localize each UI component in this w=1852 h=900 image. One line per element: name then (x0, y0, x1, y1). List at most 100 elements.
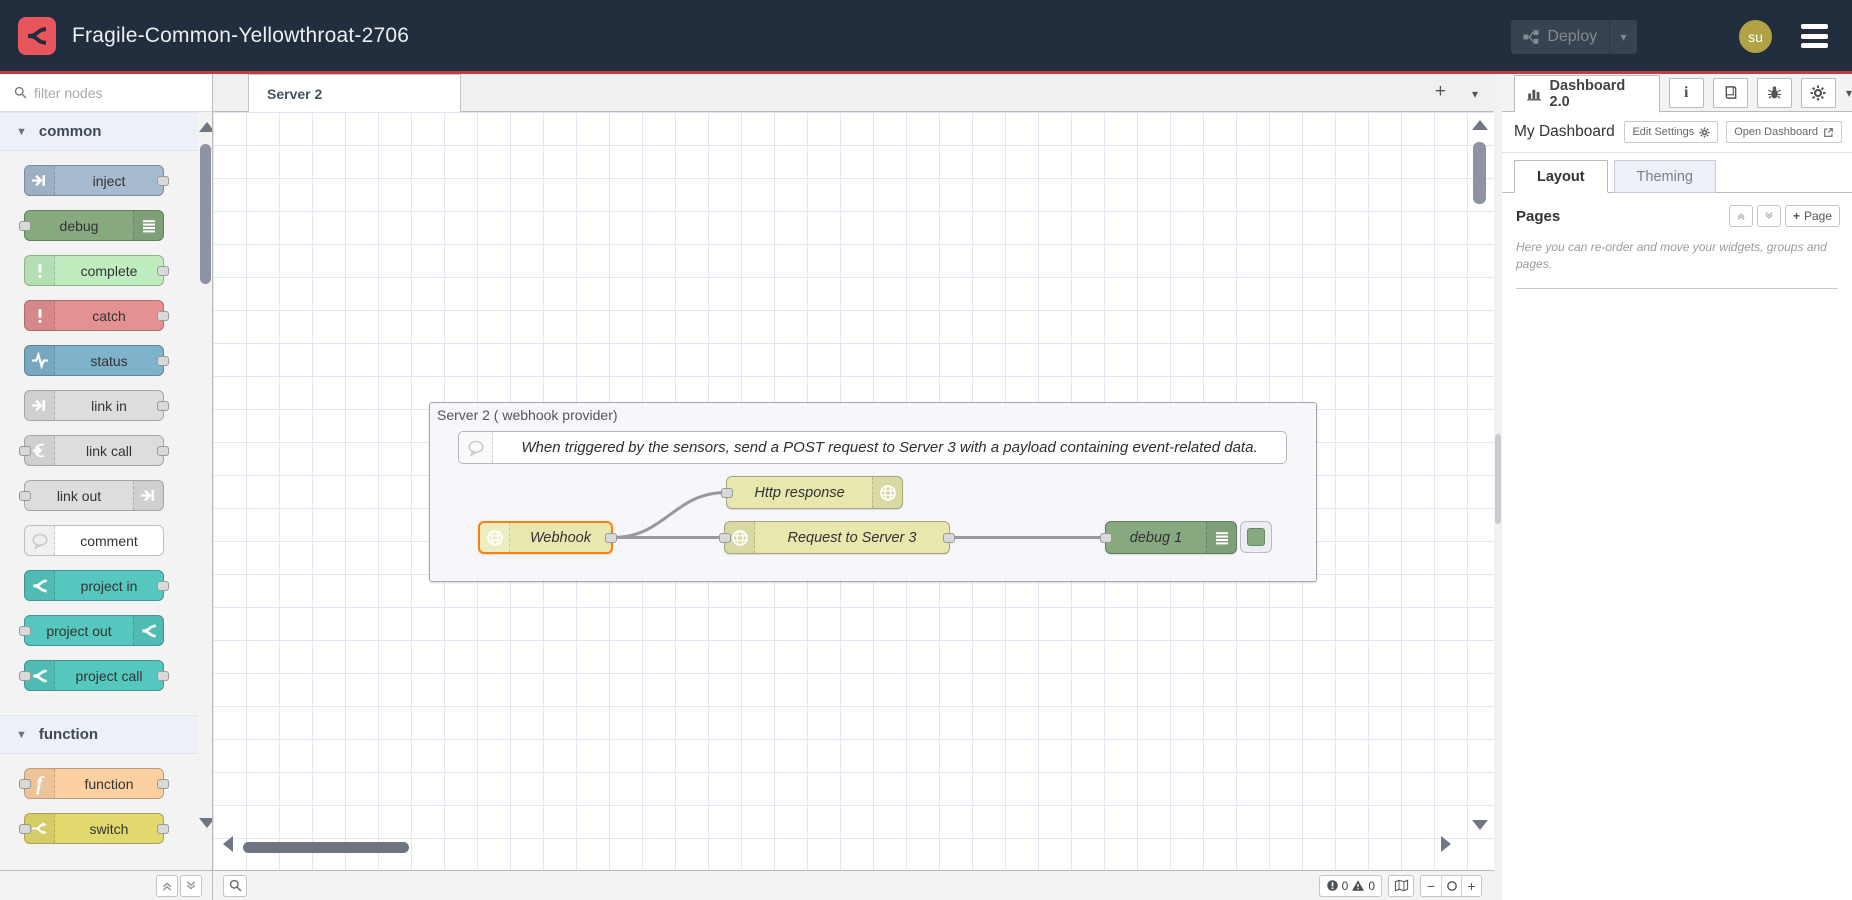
node-port-in[interactable] (19, 779, 31, 789)
node-port-out[interactable] (157, 311, 169, 321)
debug-tab-button[interactable] (1757, 78, 1792, 108)
info-tab-button[interactable]: i (1669, 78, 1704, 108)
canvas-footer: 0 0 − + (213, 870, 1494, 900)
deploy-caret-icon[interactable]: ▾ (1610, 30, 1637, 44)
node-port-in[interactable] (721, 488, 733, 498)
chevron-down-icon: ▼ (16, 729, 27, 741)
palette-node-project-out[interactable]: project out (24, 615, 164, 646)
move-page-up-button[interactable] (1729, 205, 1753, 227)
tab-dashboard-2[interactable]: Dashboard 2.0 (1514, 75, 1660, 113)
bug-icon (1767, 85, 1782, 100)
node-port-out[interactable] (157, 779, 169, 789)
palette-scrollbar[interactable] (198, 112, 212, 870)
sidebar-tabbar: Dashboard 2.0 i ▾ (1502, 74, 1852, 112)
open-dashboard-button[interactable]: Open Dashboard (1726, 121, 1842, 143)
palette-node-link-out[interactable]: link out (24, 480, 164, 511)
palette-node-project-in[interactable]: project in (24, 570, 164, 601)
node-port-in[interactable] (1100, 533, 1112, 543)
palette-node-link-call[interactable]: link call (24, 435, 164, 466)
node-port-out[interactable] (157, 356, 169, 366)
palette-node-function[interactable]: f function (24, 768, 164, 799)
book-icon (1723, 85, 1738, 100)
move-page-down-button[interactable] (1757, 205, 1781, 227)
flow-list-caret-icon[interactable]: ▾ (1472, 87, 1478, 101)
config-tab-button[interactable] (1801, 78, 1836, 108)
deploy-button[interactable]: Deploy ▾ (1511, 20, 1637, 54)
zoom-reset-button[interactable] (1441, 875, 1461, 897)
palette-node-debug[interactable]: debug (24, 210, 164, 241)
palette-scroll-down-icon[interactable] (199, 818, 212, 828)
chevron-down-icon: ▼ (16, 126, 27, 138)
debug-toggle-button[interactable] (1240, 521, 1272, 553)
palette-collapse-all-button[interactable] (156, 875, 178, 897)
add-page-button[interactable]: +Page (1785, 205, 1840, 227)
page-scrollbar-thumb[interactable] (1495, 434, 1501, 524)
plus-icon: + (1793, 209, 1800, 223)
palette-node-catch[interactable]: catch (24, 300, 164, 331)
palette-node-link-in[interactable]: link in (24, 390, 164, 421)
palette-node-status[interactable]: status (24, 345, 164, 376)
navigator-toggle-button[interactable] (1388, 875, 1414, 897)
flow-node-debug-1[interactable]: debug 1 (1105, 521, 1237, 554)
sidebar-tabs-caret-icon[interactable]: ▾ (1846, 86, 1852, 100)
palette-node-inject[interactable]: inject (24, 165, 164, 196)
palette-scrollbar-thumb[interactable] (200, 144, 211, 284)
dashboard-subtabs: Layout Theming (1502, 153, 1852, 193)
node-port-out[interactable] (605, 533, 617, 543)
tab-server-2[interactable]: Server 2 (248, 74, 461, 112)
search-icon (229, 879, 242, 892)
warning-count: 0 (1368, 879, 1375, 893)
node-port-out[interactable] (943, 533, 955, 543)
node-port-out[interactable] (157, 401, 169, 411)
flow-node-http-response[interactable]: Http response (726, 476, 903, 509)
flow-node-webhook[interactable]: Webhook (478, 521, 613, 554)
help-tab-button[interactable] (1713, 78, 1748, 108)
node-port-out[interactable] (157, 446, 169, 456)
palette-node-switch[interactable]: switch (24, 813, 164, 844)
zoom-controls: − + (1420, 875, 1482, 897)
node-port-in[interactable] (719, 533, 731, 543)
palette-node-complete[interactable]: complete (24, 255, 164, 286)
flow-status-counts[interactable]: 0 0 (1319, 875, 1382, 897)
zoom-out-button[interactable]: − (1421, 875, 1441, 897)
node-port-in[interactable] (19, 221, 31, 231)
palette-category-function[interactable]: ▼ function (0, 715, 198, 754)
palette-node-project-call[interactable]: project call (24, 660, 164, 691)
node-port-out[interactable] (157, 266, 169, 276)
palette-category-common[interactable]: ▼ common (0, 112, 198, 151)
palette-expand-all-button[interactable] (180, 875, 202, 897)
tab-layout[interactable]: Layout (1514, 160, 1608, 193)
workspace-tabbar: Server 2 + ▾ (213, 74, 1494, 112)
search-icon (14, 86, 27, 99)
palette-search-input[interactable]: filter nodes (0, 74, 212, 112)
palette-node-comment[interactable]: comment (24, 525, 164, 556)
node-red-logo-icon (18, 17, 56, 55)
exclamation-icon (25, 256, 55, 285)
external-link-icon (1823, 127, 1834, 138)
node-port-in[interactable] (19, 491, 31, 501)
deploy-label: Deploy (1547, 28, 1597, 46)
error-count-icon (1326, 879, 1339, 892)
tab-theming[interactable]: Theming (1614, 160, 1716, 193)
palette-scroll-up-icon[interactable] (199, 122, 212, 132)
user-avatar[interactable]: su (1739, 20, 1772, 53)
wire-webhook-to-http-response[interactable] (613, 493, 726, 538)
edit-settings-button[interactable]: Edit Settings (1624, 121, 1718, 143)
node-port-out[interactable] (157, 581, 169, 591)
pulse-icon (25, 346, 55, 375)
sidebar-splitter[interactable] (1494, 74, 1502, 900)
node-port-in[interactable] (19, 824, 31, 834)
flow-node-request-to-server-3[interactable]: Request to Server 3 (724, 521, 950, 554)
node-port-out[interactable] (157, 671, 169, 681)
node-port-out[interactable] (157, 176, 169, 186)
flow-canvas[interactable]: Server 2 ( webhook provider) When trigge… (213, 112, 1494, 870)
node-port-in[interactable] (19, 671, 31, 681)
node-port-in[interactable] (19, 626, 31, 636)
flow-comment-node[interactable]: When triggered by the sensors, send a PO… (458, 431, 1287, 464)
node-port-out[interactable] (157, 824, 169, 834)
canvas-search-button[interactable] (223, 875, 247, 897)
add-flow-icon[interactable]: + (1435, 82, 1446, 102)
main-menu-icon[interactable] (1801, 24, 1828, 48)
zoom-in-button[interactable]: + (1461, 875, 1481, 897)
node-port-in[interactable] (19, 446, 31, 456)
